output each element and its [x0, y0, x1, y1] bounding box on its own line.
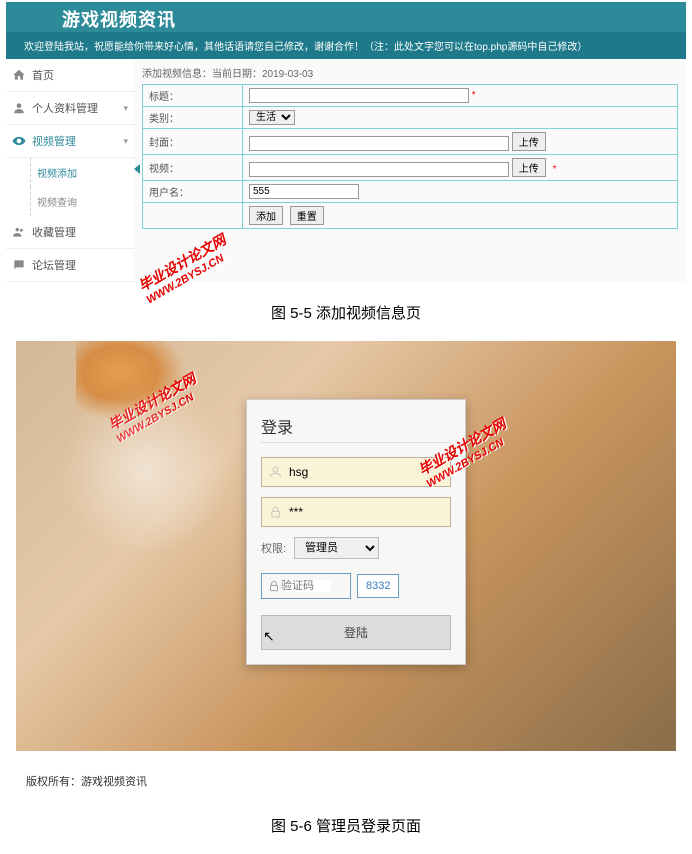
content-area: 添加视频信息：当前日期：2019-03-03 标题： * 类别： 生活 封面： … — [134, 59, 686, 282]
admin-panel-screenshot: 游戏视频资讯 欢迎登陆我站，祝愿能给你带来好心情，其他话语请您自己修改，谢谢合作… — [6, 2, 686, 282]
main-area: 首页 个人资料管理 ▾ 视频管理 ▾ 视频添加 视频查询 收藏管理 — [6, 59, 686, 282]
role-label: 权限: — [261, 540, 286, 556]
nav-home[interactable]: 首页 — [6, 59, 134, 92]
footer-copyright: 版权所有：游戏视频资讯 — [16, 751, 676, 797]
nav-video-label: 视频管理 — [32, 133, 76, 149]
nav-profile[interactable]: 个人资料管理 ▾ — [6, 92, 134, 125]
required-star: * — [553, 164, 557, 175]
form-row-user: 用户名： — [143, 181, 678, 203]
captcha-row: 8332 — [261, 573, 451, 599]
form-row-category: 类别： 生活 — [143, 107, 678, 129]
username-input[interactable] — [289, 465, 444, 479]
label-cover: 封面： — [143, 129, 243, 155]
cover-upload-button[interactable]: 上传 — [512, 132, 546, 151]
role-row: 权限: 管理员 — [261, 537, 451, 559]
lock-icon — [268, 504, 283, 520]
captcha-field[interactable] — [261, 573, 351, 599]
chat-icon — [12, 258, 26, 272]
nav-favorites-label: 收藏管理 — [32, 224, 76, 240]
title-input[interactable] — [249, 88, 469, 103]
caption-5-5: 图 5-5 添加视频信息页 — [0, 284, 692, 341]
page-header: 添加视频信息：当前日期：2019-03-03 — [142, 65, 678, 80]
login-panel: 登录 权限: 管理员 8332 登陆 — [246, 399, 466, 665]
form-row-actions: 添加 重置 — [143, 203, 678, 229]
watermark: 毕业设计论文网WWW.2BYSJ.CN — [105, 369, 206, 446]
login-button[interactable]: 登陆 — [261, 615, 451, 650]
cover-input[interactable] — [249, 136, 509, 151]
password-input[interactable] — [289, 505, 444, 519]
label-video: 视频： — [143, 155, 243, 181]
person-icon — [12, 101, 26, 115]
required-star: * — [472, 90, 476, 101]
welcome-bar: 欢迎登陆我站，祝愿能给你带来好心情，其他话语请您自己修改，谢谢合作！（注：此处文… — [6, 32, 686, 59]
cursor-icon: ↖ — [263, 628, 275, 645]
label-user: 用户名： — [143, 181, 243, 203]
label-category: 类别： — [143, 107, 243, 129]
eye-icon — [12, 134, 26, 148]
role-select[interactable]: 管理员 — [294, 537, 379, 559]
label-title: 标题： — [143, 85, 243, 107]
add-button[interactable]: 添加 — [249, 206, 283, 225]
login-title: 登录 — [261, 414, 451, 438]
nav-video[interactable]: 视频管理 ▾ — [6, 125, 134, 158]
chevron-down-icon: ▾ — [123, 103, 128, 114]
user-icon — [268, 464, 283, 480]
password-field[interactable] — [261, 497, 451, 527]
login-screenshot: 登录 权限: 管理员 8332 登陆 ↖ — [16, 341, 676, 797]
nav-forum-label: 论坛管理 — [32, 257, 76, 273]
nav-forum[interactable]: 论坛管理 — [6, 249, 134, 282]
top-banner: 游戏视频资讯 — [6, 2, 686, 32]
nav-home-label: 首页 — [32, 67, 54, 83]
nav-profile-label: 个人资料管理 — [32, 100, 98, 116]
category-select[interactable]: 生活 — [249, 110, 295, 125]
captcha-code[interactable]: 8332 — [357, 574, 399, 598]
home-icon — [12, 68, 26, 82]
divider — [261, 442, 451, 443]
reset-button[interactable]: 重置 — [290, 206, 324, 225]
captcha-input[interactable] — [281, 580, 331, 592]
login-background: 登录 权限: 管理员 8332 登陆 ↖ — [16, 341, 676, 751]
video-input[interactable] — [249, 162, 509, 177]
form-row-title: 标题： * — [143, 85, 678, 107]
form-row-cover: 封面： 上传 — [143, 129, 678, 155]
user-input[interactable] — [249, 184, 359, 199]
site-title: 游戏视频资讯 — [62, 6, 686, 32]
sidebar: 首页 个人资料管理 ▾ 视频管理 ▾ 视频添加 视频查询 收藏管理 — [6, 59, 134, 282]
form-table: 标题： * 类别： 生活 封面： 上传 视频： 上传 * 用户名： — [142, 84, 678, 229]
lock-icon — [267, 579, 281, 593]
video-upload-button[interactable]: 上传 — [512, 158, 546, 177]
people-icon — [12, 225, 26, 239]
video-submenu: 视频添加 视频查询 — [6, 158, 134, 216]
chevron-down-icon: ▾ — [123, 136, 128, 147]
nav-video-query[interactable]: 视频查询 — [30, 187, 134, 216]
form-row-video: 视频： 上传 * — [143, 155, 678, 181]
username-field[interactable] — [261, 457, 451, 487]
nav-favorites[interactable]: 收藏管理 — [6, 216, 134, 249]
nav-video-add[interactable]: 视频添加 — [30, 158, 134, 187]
